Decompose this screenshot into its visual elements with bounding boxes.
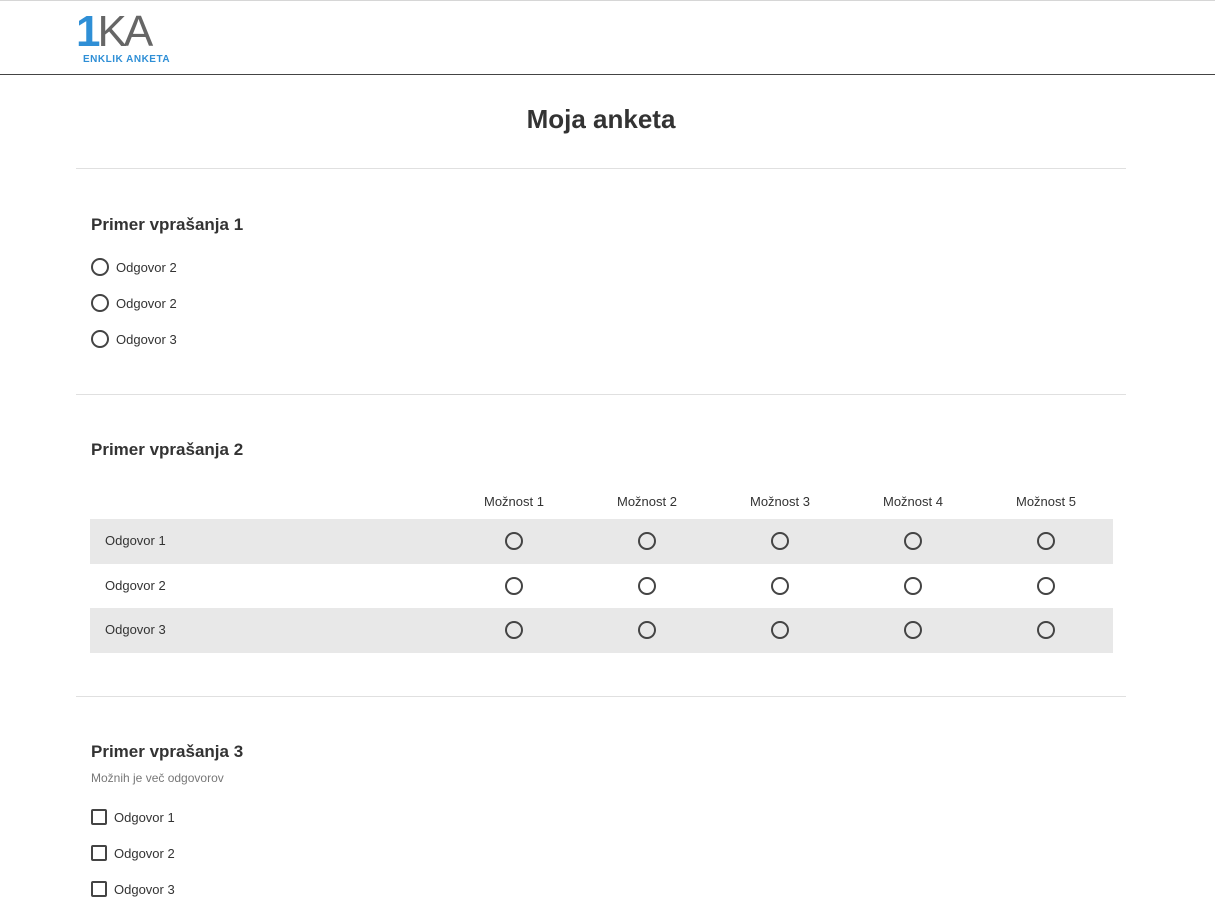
matrix-column-header: Možnost 3 [750, 494, 810, 509]
header: 1KA ENKLIK ANKETA [0, 1, 1215, 75]
radio-button[interactable] [91, 294, 109, 312]
option-label: Odgovor 2 [114, 845, 175, 861]
radio-button[interactable] [505, 576, 523, 595]
divider [76, 168, 1126, 169]
radio-button[interactable] [505, 532, 523, 550]
matrix-header-row: Možnost 1 Možnost 2 Možnost 3 Možnost 4 … [90, 490, 1113, 519]
logo[interactable]: 1KA ENKLIK ANKETA [76, 7, 176, 68]
matrix-row: Odgovor 1 [90, 519, 1113, 564]
q3-option-1[interactable]: Odgovor 1 [91, 807, 175, 827]
checkbox[interactable] [91, 845, 107, 861]
option-label: Odgovor 2 [116, 259, 177, 275]
q3-option-3[interactable]: Odgovor 3 [91, 879, 175, 899]
q1-option-2[interactable]: Odgovor 2 [91, 293, 177, 313]
radio-button[interactable] [904, 532, 922, 550]
q1-option-3[interactable]: Odgovor 3 [91, 329, 177, 349]
radio-button[interactable] [904, 621, 922, 639]
matrix-column-header: Možnost 2 [617, 494, 677, 509]
survey-title: Moja anketa [526, 104, 676, 134]
option-label: Odgovor 3 [114, 881, 175, 897]
checkbox[interactable] [91, 881, 107, 897]
matrix-column-header: Možnost 1 [484, 494, 544, 509]
radio-button[interactable] [638, 621, 656, 639]
option-label: Odgovor 1 [114, 809, 175, 825]
radio-button[interactable] [904, 576, 922, 595]
logo-mark: 1KA [76, 7, 153, 56]
question-2-title: Primer vprašanja 2 [91, 440, 244, 459]
radio-button[interactable] [771, 576, 789, 595]
question-1-title: Primer vprašanja 1 [91, 215, 244, 234]
logo-subtitle: ENKLIK ANKETA [83, 54, 171, 65]
checkbox[interactable] [91, 809, 107, 825]
question-3-note: Možnih je več odgovorov [91, 771, 224, 785]
matrix-row-label: Odgovor 2 [105, 577, 166, 593]
radio-button[interactable] [1037, 576, 1055, 595]
option-label: Odgovor 2 [116, 295, 177, 311]
matrix-row-label: Odgovor 3 [105, 622, 166, 637]
radio-button[interactable] [91, 258, 109, 276]
radio-button[interactable] [638, 532, 656, 550]
matrix-column-header: Možnost 5 [1016, 494, 1076, 509]
radio-button[interactable] [505, 621, 523, 639]
matrix-table: Možnost 1 Možnost 2 Možnost 3 Možnost 4 … [90, 490, 1113, 653]
radio-button[interactable] [771, 532, 789, 550]
matrix-row: Odgovor 3 [90, 608, 1113, 653]
question-3-title: Primer vprašanja 3 [91, 742, 244, 761]
divider [76, 696, 1126, 697]
radio-button[interactable] [91, 330, 109, 348]
q3-option-2[interactable]: Odgovor 2 [91, 843, 175, 863]
q1-option-1[interactable]: Odgovor 2 [91, 257, 177, 277]
option-label: Odgovor 3 [116, 331, 177, 347]
matrix-column-header: Možnost 4 [883, 494, 943, 509]
radio-button[interactable] [638, 576, 656, 595]
matrix-row-label: Odgovor 1 [105, 533, 166, 548]
divider [76, 394, 1126, 395]
matrix-row: Odgovor 2 [90, 564, 1113, 609]
radio-button[interactable] [1037, 621, 1055, 639]
radio-button[interactable] [1037, 532, 1055, 550]
radio-button[interactable] [771, 621, 789, 639]
